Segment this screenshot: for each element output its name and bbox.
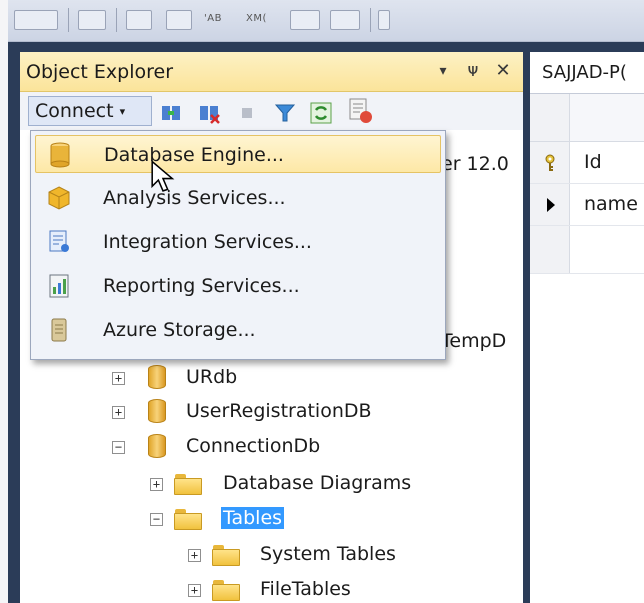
table-designer-grid: Id name: [530, 94, 644, 603]
expand-icon[interactable]: +: [112, 406, 125, 419]
menu-item-label: Reporting Services...: [103, 275, 300, 297]
toolbar-button-icon[interactable]: [290, 10, 320, 30]
row-pointer-icon: [547, 198, 555, 212]
menu-item-label: Integration Services...: [103, 231, 312, 253]
tree-node-label: UserRegistrationDB: [186, 400, 372, 422]
primary-key-icon: [545, 154, 555, 171]
tempdb-node-label[interactable]: TempD: [441, 330, 506, 352]
toolbar-overflow-icon[interactable]: [378, 10, 390, 30]
collapse-icon[interactable]: −: [150, 513, 163, 526]
toolbar-xml-label[interactable]: XM(: [246, 13, 267, 24]
folder-icon: [212, 580, 240, 601]
toolbar-button-icon[interactable]: [330, 10, 360, 30]
toolbar-separator: [116, 8, 117, 32]
menu-item-label: Azure Storage...: [103, 319, 256, 341]
database-engine-icon: [50, 142, 70, 168]
tree-node-connectiondb[interactable]: − ConnectionDb: [112, 432, 432, 462]
refresh-icon[interactable]: [310, 102, 332, 124]
folder-icon: [174, 474, 202, 495]
stop-icon[interactable]: [236, 102, 258, 124]
chevron-down-icon: ▾: [119, 105, 126, 118]
filter-icon[interactable]: [274, 102, 296, 124]
top-toolbar: 'AB XM(: [8, 0, 644, 42]
toolbar-button-icon[interactable]: [14, 10, 58, 30]
toolbar-separator: [68, 8, 69, 32]
azure-storage-icon: [51, 318, 67, 342]
connect-label: Connect: [35, 100, 114, 122]
tree-node-label-selected: Tables: [221, 507, 285, 529]
database-icon: [148, 399, 166, 423]
menu-item-integration-services[interactable]: Integration Services...: [35, 223, 441, 261]
tree-node-urdb[interactable]: + URdb: [112, 363, 352, 393]
toolbar-separator: [370, 8, 371, 32]
panel-title: Object Explorer: [26, 61, 174, 83]
activity-monitor-icon[interactable]: [346, 97, 374, 125]
toolbar-button-icon[interactable]: [78, 10, 106, 30]
connect-object-explorer-icon[interactable]: [160, 102, 182, 124]
tree-node-label: FileTables: [260, 578, 351, 600]
row-selector[interactable]: [530, 226, 570, 273]
toolbar-button-icon[interactable]: [166, 10, 192, 30]
table-row[interactable]: Id: [530, 142, 644, 184]
tree-node-label: System Tables: [260, 543, 396, 565]
row-selector: [530, 94, 570, 141]
expand-icon[interactable]: +: [150, 478, 163, 491]
table-row[interactable]: name: [530, 184, 644, 226]
tree-node-database-diagrams[interactable]: + Database Diagrams: [150, 469, 450, 499]
object-explorer-toolbar: Connect ▾: [20, 92, 523, 130]
tree-node-label: URdb: [186, 366, 238, 388]
column-name-cell[interactable]: name: [584, 193, 638, 215]
menu-item-label: Database Engine...: [104, 144, 284, 166]
menu-item-label: Analysis Services...: [103, 187, 286, 209]
folder-icon: [212, 545, 240, 566]
menu-item-reporting-services[interactable]: Reporting Services...: [35, 267, 441, 305]
analysis-services-icon: [48, 186, 70, 210]
row-selector[interactable]: [530, 184, 570, 225]
column-name-cell[interactable]: Id: [584, 151, 602, 173]
tab-label: SAJJAD-P(: [542, 62, 627, 83]
server-node-label[interactable]: er 12.0: [441, 153, 509, 175]
object-explorer-header: Object Explorer ▾ ᴪ ✕: [20, 52, 523, 92]
disconnect-icon[interactable]: [198, 102, 220, 124]
tree-node-label: ConnectionDb: [186, 435, 321, 457]
row-selector[interactable]: [530, 142, 570, 183]
pin-icon[interactable]: ᴪ: [461, 58, 485, 84]
database-icon: [148, 365, 166, 389]
folder-icon: [174, 509, 202, 530]
toolbar-button-icon[interactable]: [126, 10, 152, 30]
tree-node-label: Database Diagrams: [223, 472, 412, 494]
tree-node-tables[interactable]: − Tables: [150, 504, 350, 534]
panel-dropdown-icon[interactable]: ▾: [431, 58, 455, 84]
menu-item-azure-storage[interactable]: Azure Storage...: [35, 311, 441, 349]
database-icon: [148, 434, 166, 458]
tree-node-filetables[interactable]: + FileTables: [188, 575, 428, 603]
table-row-empty[interactable]: [530, 226, 644, 274]
menu-item-analysis-services[interactable]: Analysis Services...: [35, 179, 441, 217]
connect-button[interactable]: Connect ▾: [28, 96, 152, 126]
tree-node-userregistrationdb[interactable]: + UserRegistrationDB: [112, 397, 432, 427]
expand-icon[interactable]: +: [188, 584, 201, 597]
collapse-icon[interactable]: −: [112, 441, 125, 454]
expand-icon[interactable]: +: [112, 372, 125, 385]
designer-tab[interactable]: SAJJAD-P(: [530, 52, 644, 94]
reporting-services-icon: [49, 274, 69, 298]
integration-services-icon: [49, 230, 69, 252]
grid-header: [530, 94, 644, 142]
menu-item-database-engine[interactable]: Database Engine...: [35, 135, 441, 192]
expand-icon[interactable]: +: [188, 549, 201, 562]
close-icon[interactable]: ✕: [491, 58, 515, 84]
connect-dropdown-menu: Database Engine... Analysis Services... …: [30, 130, 446, 360]
tree-node-system-tables[interactable]: + System Tables: [188, 540, 448, 570]
toolbar-ab-label[interactable]: 'AB: [204, 13, 222, 24]
